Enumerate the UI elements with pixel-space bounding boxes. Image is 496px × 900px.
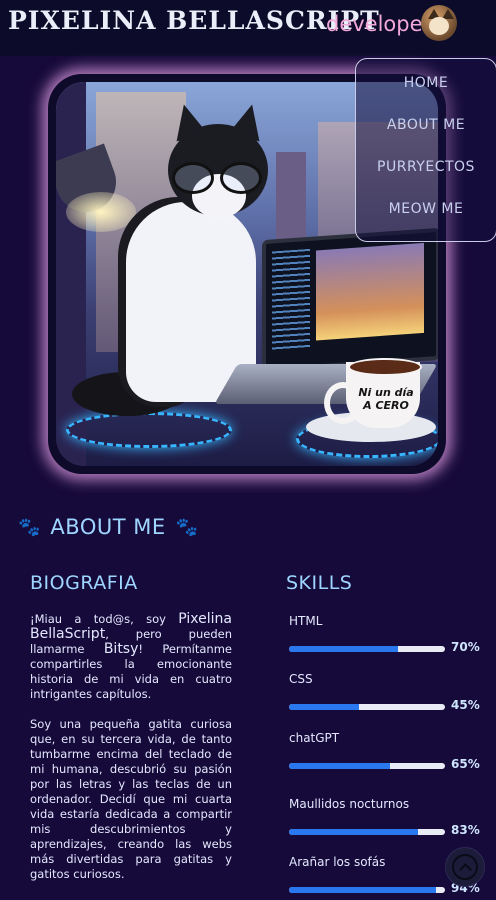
- skill-percent: 70%: [451, 640, 480, 654]
- skill-percent: 83%: [451, 823, 480, 837]
- bio-nickname: Bitsy: [103, 641, 139, 657]
- about-heading: 🐾 ABOUT ME 🐾: [18, 512, 198, 542]
- nav-item-home[interactable]: HOME: [356, 75, 496, 91]
- biography-text: ¡Miau a tod@s, soy Pixelina BellaScript,…: [30, 612, 232, 897]
- skill-bar: [289, 763, 445, 769]
- bio-title: BIOGRAFIA: [30, 572, 138, 594]
- skill-percent: 45%: [451, 698, 480, 712]
- skill-css: CSS 45%: [289, 672, 480, 712]
- site-header: PIXELINA BELLASCRIPT developer: [0, 0, 496, 56]
- skill-name: Maullidos nocturnos: [289, 797, 410, 811]
- skill-bar: [289, 829, 445, 835]
- laptop-icon: [262, 227, 438, 373]
- skill-maullidos: Maullidos nocturnos 83%: [289, 797, 480, 837]
- chevron-up-icon: [452, 854, 478, 880]
- paw-icon: 🐾: [175, 516, 199, 538]
- skill-chatgpt: chatGPT 65%: [289, 731, 480, 771]
- skills-title: SKILLS: [286, 572, 353, 594]
- mug-text: Ni un día A CERO: [358, 386, 414, 412]
- nav-item-meow-me[interactable]: MEOW ME: [356, 201, 496, 217]
- glasses-icon: [172, 162, 268, 194]
- skill-bar: [289, 646, 445, 652]
- skill-name: chatGPT: [289, 731, 340, 745]
- skill-name: CSS: [289, 672, 313, 686]
- skill-bar: [289, 887, 445, 893]
- nav-item-purryectos[interactable]: PURRYECTOS: [356, 159, 496, 175]
- skill-percent: 65%: [451, 757, 480, 771]
- bio-paragraph-1: ¡Miau a tod@s, soy Pixelina BellaScript,…: [30, 611, 232, 702]
- role-tagline: developer: [326, 12, 432, 36]
- site-brand[interactable]: PIXELINA BELLASCRIPT: [8, 6, 380, 35]
- cat-avatar-icon: [421, 5, 457, 41]
- nav-item-about-me[interactable]: ABOUT ME: [356, 117, 496, 133]
- nav-menu: HOME ABOUT ME PURRYECTOS MEOW ME: [355, 58, 496, 242]
- skill-html: HTML 70%: [289, 614, 480, 654]
- bio-paragraph-2: Soy una pequeña gatita curiosa que, en s…: [30, 717, 232, 881]
- paw-icon: 🐾: [18, 516, 41, 538]
- about-title: ABOUT ME: [50, 515, 166, 539]
- skill-name: HTML: [289, 614, 323, 628]
- back-to-top-button[interactable]: [445, 847, 485, 887]
- skill-bar: [289, 704, 445, 710]
